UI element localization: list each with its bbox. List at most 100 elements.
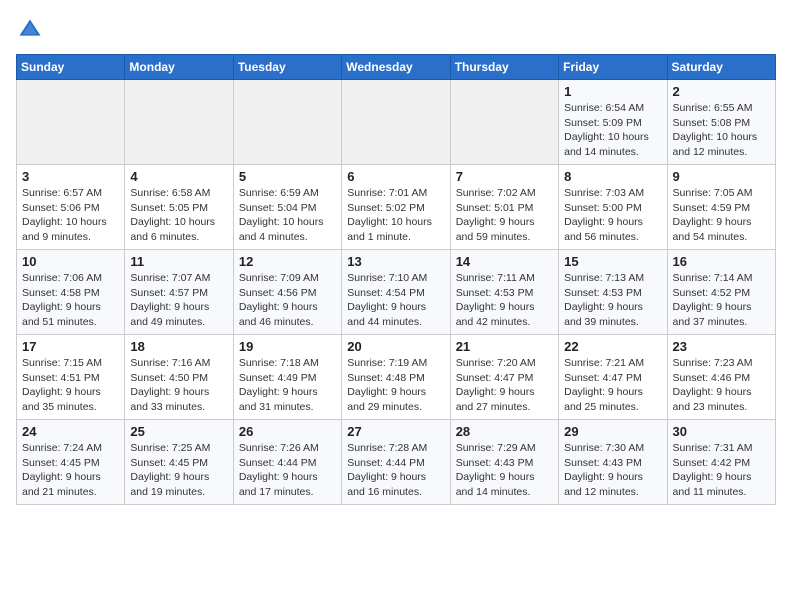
calendar-cell: 15Sunrise: 7:13 AM Sunset: 4:53 PM Dayli…: [559, 250, 667, 335]
calendar-cell: [233, 80, 341, 165]
calendar-cell: 9 Sunrise: 7:05 AM Sunset: 4:59 PM Daylig…: [667, 165, 775, 250]
day-number: 15: [564, 254, 661, 269]
day-info: Sunrise: 7:01 AM Sunset: 5:02 PM Dayligh…: [347, 186, 444, 245]
day-info: Sunrise: 6:54 AM Sunset: 5:09 PM Dayligh…: [564, 101, 661, 160]
day-info: Sunrise: 7:23 AM Sunset: 4:46 PM Dayligh…: [673, 356, 770, 415]
day-info: Sunrise: 7:19 AM Sunset: 4:48 PM Dayligh…: [347, 356, 444, 415]
page-header: [16, 16, 776, 44]
weekday-header: Thursday: [450, 55, 558, 80]
logo: [16, 16, 48, 44]
calendar-cell: 2 Sunrise: 6:55 AM Sunset: 5:08 PM Daylig…: [667, 80, 775, 165]
day-number: 14: [456, 254, 553, 269]
calendar-cell: 26Sunrise: 7:26 AM Sunset: 4:44 PM Dayli…: [233, 420, 341, 505]
calendar-cell: 11 Sunrise: 7:07 AM Sunset: 4:57 PM Dayli…: [125, 250, 233, 335]
calendar-cell: 29 Sunrise: 7:30 AM Sunset: 4:43 PM Dayli…: [559, 420, 667, 505]
day-info: Sunrise: 7:20 AM Sunset: 4:47 PM Dayligh…: [456, 356, 553, 415]
calendar-cell: 21 Sunrise: 7:20 AM Sunset: 4:47 PM Dayli…: [450, 335, 558, 420]
calendar-table: SundayMondayTuesdayWednesdayThursdayFrid…: [16, 54, 776, 505]
day-number: 26: [239, 424, 336, 439]
calendar-cell: 7Sunrise: 7:02 AM Sunset: 5:01 PM Daylig…: [450, 165, 558, 250]
day-number: 9: [673, 169, 770, 184]
calendar-cell: 1 Sunrise: 6:54 AM Sunset: 5:09 PM Daylig…: [559, 80, 667, 165]
calendar-week-row: 10 Sunrise: 7:06 AM Sunset: 4:58 PM Dayli…: [17, 250, 776, 335]
day-number: 27: [347, 424, 444, 439]
day-number: 20: [347, 339, 444, 354]
day-info: Sunrise: 7:06 AM Sunset: 4:58 PM Dayligh…: [22, 271, 119, 330]
day-number: 10: [22, 254, 119, 269]
day-info: Sunrise: 7:03 AM Sunset: 5:00 PM Dayligh…: [564, 186, 661, 245]
day-number: 16: [673, 254, 770, 269]
day-info: Sunrise: 7:14 AM Sunset: 4:52 PM Dayligh…: [673, 271, 770, 330]
weekday-header: Tuesday: [233, 55, 341, 80]
calendar-cell: 16 Sunrise: 7:14 AM Sunset: 4:52 PM Dayli…: [667, 250, 775, 335]
calendar-cell: [450, 80, 558, 165]
calendar-cell: 28Sunrise: 7:29 AM Sunset: 4:43 PM Dayli…: [450, 420, 558, 505]
day-info: Sunrise: 7:05 AM Sunset: 4:59 PM Dayligh…: [673, 186, 770, 245]
day-number: 18: [130, 339, 227, 354]
calendar-cell: 18 Sunrise: 7:16 AM Sunset: 4:50 PM Dayli…: [125, 335, 233, 420]
day-number: 21: [456, 339, 553, 354]
calendar-week-row: 3 Sunrise: 6:57 AM Sunset: 5:06 PM Daylig…: [17, 165, 776, 250]
day-number: 23: [673, 339, 770, 354]
logo-icon: [16, 16, 44, 44]
day-info: Sunrise: 7:11 AM Sunset: 4:53 PM Dayligh…: [456, 271, 553, 330]
day-number: 12: [239, 254, 336, 269]
day-info: Sunrise: 7:07 AM Sunset: 4:57 PM Dayligh…: [130, 271, 227, 330]
calendar-cell: 5 Sunrise: 6:59 AM Sunset: 5:04 PM Daylig…: [233, 165, 341, 250]
calendar-cell: 14 Sunrise: 7:11 AM Sunset: 4:53 PM Dayli…: [450, 250, 558, 335]
calendar-cell: [17, 80, 125, 165]
day-number: 3: [22, 169, 119, 184]
day-info: Sunrise: 7:10 AM Sunset: 4:54 PM Dayligh…: [347, 271, 444, 330]
day-number: 30: [673, 424, 770, 439]
calendar-cell: 4 Sunrise: 6:58 AM Sunset: 5:05 PM Daylig…: [125, 165, 233, 250]
day-info: Sunrise: 7:15 AM Sunset: 4:51 PM Dayligh…: [22, 356, 119, 415]
calendar-week-row: 24 Sunrise: 7:24 AM Sunset: 4:45 PM Dayli…: [17, 420, 776, 505]
day-number: 5: [239, 169, 336, 184]
day-info: Sunrise: 7:31 AM Sunset: 4:42 PM Dayligh…: [673, 441, 770, 500]
day-info: Sunrise: 7:30 AM Sunset: 4:43 PM Dayligh…: [564, 441, 661, 500]
weekday-header: Monday: [125, 55, 233, 80]
day-number: 29: [564, 424, 661, 439]
day-number: 6: [347, 169, 444, 184]
day-info: Sunrise: 7:24 AM Sunset: 4:45 PM Dayligh…: [22, 441, 119, 500]
calendar-cell: 22Sunrise: 7:21 AM Sunset: 4:47 PM Dayli…: [559, 335, 667, 420]
day-info: Sunrise: 6:59 AM Sunset: 5:04 PM Dayligh…: [239, 186, 336, 245]
weekday-header: Saturday: [667, 55, 775, 80]
calendar-cell: 27Sunrise: 7:28 AM Sunset: 4:44 PM Dayli…: [342, 420, 450, 505]
weekday-header: Friday: [559, 55, 667, 80]
calendar-cell: 12 Sunrise: 7:09 AM Sunset: 4:56 PM Dayli…: [233, 250, 341, 335]
calendar-cell: 6 Sunrise: 7:01 AM Sunset: 5:02 PM Daylig…: [342, 165, 450, 250]
day-number: 24: [22, 424, 119, 439]
calendar-cell: 20 Sunrise: 7:19 AM Sunset: 4:48 PM Dayli…: [342, 335, 450, 420]
day-info: Sunrise: 7:16 AM Sunset: 4:50 PM Dayligh…: [130, 356, 227, 415]
calendar-cell: 30 Sunrise: 7:31 AM Sunset: 4:42 PM Dayli…: [667, 420, 775, 505]
day-number: 19: [239, 339, 336, 354]
day-info: Sunrise: 6:57 AM Sunset: 5:06 PM Dayligh…: [22, 186, 119, 245]
weekday-header: Wednesday: [342, 55, 450, 80]
day-number: 1: [564, 84, 661, 99]
weekday-header: Sunday: [17, 55, 125, 80]
calendar-cell: 25Sunrise: 7:25 AM Sunset: 4:45 PM Dayli…: [125, 420, 233, 505]
calendar-body: 1 Sunrise: 6:54 AM Sunset: 5:09 PM Daylig…: [17, 80, 776, 505]
day-info: Sunrise: 7:02 AM Sunset: 5:01 PM Dayligh…: [456, 186, 553, 245]
day-number: 4: [130, 169, 227, 184]
day-number: 8: [564, 169, 661, 184]
day-number: 13: [347, 254, 444, 269]
calendar-header: SundayMondayTuesdayWednesdayThursdayFrid…: [17, 55, 776, 80]
day-number: 11: [130, 254, 227, 269]
day-info: Sunrise: 7:09 AM Sunset: 4:56 PM Dayligh…: [239, 271, 336, 330]
calendar-cell: 10 Sunrise: 7:06 AM Sunset: 4:58 PM Dayli…: [17, 250, 125, 335]
day-info: Sunrise: 6:58 AM Sunset: 5:05 PM Dayligh…: [130, 186, 227, 245]
calendar-week-row: 17 Sunrise: 7:15 AM Sunset: 4:51 PM Dayli…: [17, 335, 776, 420]
day-info: Sunrise: 7:21 AM Sunset: 4:47 PM Dayligh…: [564, 356, 661, 415]
day-number: 17: [22, 339, 119, 354]
calendar-cell: 3 Sunrise: 6:57 AM Sunset: 5:06 PM Daylig…: [17, 165, 125, 250]
day-info: Sunrise: 7:18 AM Sunset: 4:49 PM Dayligh…: [239, 356, 336, 415]
calendar-cell: 17 Sunrise: 7:15 AM Sunset: 4:51 PM Dayli…: [17, 335, 125, 420]
day-number: 25: [130, 424, 227, 439]
calendar-cell: 19 Sunrise: 7:18 AM Sunset: 4:49 PM Dayli…: [233, 335, 341, 420]
calendar-week-row: 1 Sunrise: 6:54 AM Sunset: 5:09 PM Daylig…: [17, 80, 776, 165]
day-info: Sunrise: 6:55 AM Sunset: 5:08 PM Dayligh…: [673, 101, 770, 160]
day-number: 2: [673, 84, 770, 99]
calendar-cell: 23 Sunrise: 7:23 AM Sunset: 4:46 PM Dayli…: [667, 335, 775, 420]
